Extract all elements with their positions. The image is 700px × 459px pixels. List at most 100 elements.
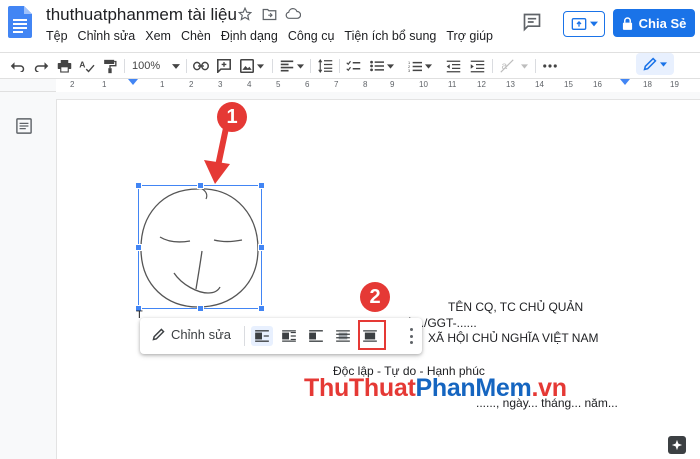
link-icon[interactable] [192,57,210,75]
ruler-number: 12 [477,80,486,89]
cloud-status-icon[interactable] [284,5,302,23]
right-indent-marker[interactable] [620,79,630,85]
step-1-badge: 1 [217,102,247,132]
ruler-number: 3 [218,80,223,89]
ruler-number: 2 [189,80,194,89]
move-folder-icon[interactable] [260,5,278,23]
arrow-icon [204,126,230,184]
undo-icon[interactable] [8,57,26,75]
chevron-down-icon[interactable] [519,57,529,75]
resize-handle[interactable] [135,244,142,251]
share-label: Chia Sẻ [638,15,687,31]
document-title[interactable]: thuthuatphanmem tài liệu [46,5,237,25]
break-text-button[interactable] [305,326,327,346]
spellcheck-icon[interactable]: A [78,57,96,75]
ruler-number: 15 [564,80,573,89]
ruler-number: 7 [334,80,339,89]
docs-logo-icon[interactable] [8,6,32,38]
wrap-inline-button[interactable] [251,326,273,346]
present-icon [571,18,586,30]
menu-insert[interactable]: Chèn [176,28,216,44]
watermark-part: PhanMem [415,374,532,402]
ruler-number: 1 [160,80,165,89]
lock-icon [622,16,632,30]
ruler-number: 8 [363,80,368,89]
ruler-page-area [56,79,700,92]
watermark-part: Thu [304,374,349,402]
pencil-icon [152,328,165,341]
menu-addons[interactable]: Tiện ích bổ sung [339,28,441,44]
chevron-down-icon [589,21,598,27]
menu-edit[interactable]: Chỉnh sửa [73,28,141,44]
chevron-down-icon [172,63,180,69]
line-spacing-icon[interactable] [316,57,334,75]
increase-indent-icon[interactable] [468,57,486,75]
wrap-text-icon [282,330,296,342]
pencil-icon [643,57,657,71]
decrease-indent-icon[interactable] [444,57,462,75]
document-outline-icon[interactable] [16,118,34,136]
resize-handle[interactable] [197,305,204,312]
more-icon[interactable] [541,57,559,75]
app-header: thuthuatphanmem tài liệu Tệp Chỉnh sửa X… [0,0,700,52]
checklist-icon[interactable] [344,57,362,75]
doc-line-agency: TÊN CQ, TC CHỦ QUẢN [448,300,584,314]
image-more-options-icon[interactable] [408,328,414,344]
menu-file[interactable]: Tệp [46,28,73,44]
paint-format-icon[interactable] [101,57,119,75]
highlight-box [358,320,386,350]
resize-handle[interactable] [258,305,265,312]
zoom-value: 100% [132,60,161,72]
menu-bar: Tệp Chỉnh sửa Xem Chèn Định dạng Công cụ… [46,28,498,44]
ruler-number: 19 [670,80,679,89]
zoom-select[interactable]: 100% [130,57,182,75]
ruler-number: 5 [276,80,281,89]
share-button[interactable]: Chia Sẻ [613,9,695,37]
watermark-part: Thuat [348,374,416,402]
menu-tools[interactable]: Công cụ [283,28,340,44]
ruler-number: 4 [247,80,252,89]
resize-handle[interactable] [258,182,265,189]
resize-handle[interactable] [135,182,142,189]
present-button[interactable] [563,11,605,37]
align-icon[interactable] [278,57,306,75]
selected-image[interactable] [135,182,265,312]
numbered-list-icon[interactable]: 123 [406,57,434,75]
edit-image-button[interactable]: Chỉnh sửa [152,327,231,342]
comment-icon[interactable] [215,57,233,75]
left-indent-marker[interactable] [128,79,138,85]
edit-mode-button[interactable] [636,53,674,75]
comment-history-icon[interactable] [522,12,542,32]
print-icon[interactable] [55,57,73,75]
ruler-number: 18 [643,80,652,89]
wrap-inline-icon [255,330,269,342]
doc-line-country: XÃ HỘI CHỦ NGHĨA VIỆT NAM [428,331,599,345]
ruler-number: 16 [593,80,602,89]
behind-text-button[interactable] [332,326,354,346]
face-drawing [140,187,259,308]
ruler-number: 11 [448,80,457,89]
menu-view[interactable]: Xem [140,28,176,44]
horizontal-ruler[interactable]: 2 1 1 2 3 4 5 6 7 8 9 10 11 12 13 14 15 … [0,78,700,92]
ruler-number: 1 [102,80,107,89]
svg-text:A: A [79,60,85,70]
menu-format[interactable]: Định dạng [216,28,283,44]
menu-help[interactable]: Trợ giúp [441,28,498,44]
step-2-badge: 2 [360,282,390,312]
break-text-icon [309,330,323,342]
wrap-text-button[interactable] [278,326,300,346]
bullet-list-icon[interactable] [368,57,396,75]
ruler-number: 14 [535,80,544,89]
insert-image-icon[interactable] [238,57,266,75]
clear-format-icon[interactable]: a [498,57,516,75]
watermark-logo: ThuThuatPhanMem.vn [304,374,567,403]
formatting-toolbar: A 100% 123 a [0,52,700,78]
chevron-down-icon [660,61,667,67]
redo-icon[interactable] [32,57,50,75]
svg-text:3: 3 [408,67,410,72]
resize-handle[interactable] [258,244,265,251]
ruler-number: 6 [305,80,310,89]
edit-image-label: Chỉnh sửa [171,327,232,342]
explore-icon[interactable] [668,436,686,454]
star-icon[interactable] [236,5,254,23]
